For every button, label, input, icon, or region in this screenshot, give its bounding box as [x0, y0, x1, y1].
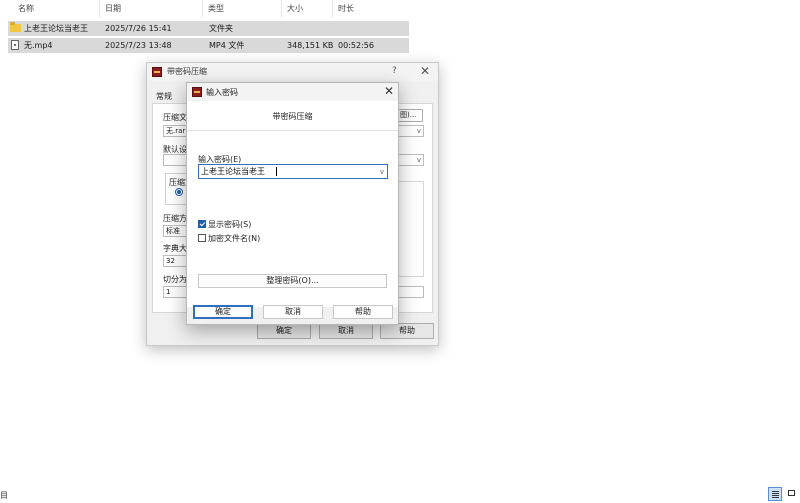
close-icon[interactable]: ✕: [384, 84, 394, 98]
file-size: 348,151 KB: [287, 41, 334, 50]
close-icon[interactable]: ✕: [420, 64, 430, 78]
column-divider[interactable]: [281, 0, 282, 17]
format-rar-radio[interactable]: [175, 188, 183, 196]
ok-button[interactable]: 确定: [193, 305, 253, 319]
dictionary-label: 字典大: [163, 244, 187, 253]
browse-button[interactable]: 图)...: [397, 109, 423, 122]
dialog-title: 输入密码: [206, 88, 238, 97]
split-unit-dropdown[interactable]: [397, 286, 424, 298]
password-dialog: 输入密码 ✕ 带密码压缩 输入密码(E) 上老王论坛当老王 v 显示密码(S) …: [186, 82, 399, 325]
method-dropdown[interactable]: 标准: [163, 225, 187, 237]
chevron-down-icon: v: [416, 156, 421, 164]
sort-caret-icon: ^: [52, 0, 59, 4]
text-caret: [276, 167, 277, 176]
list-view-icon: [772, 491, 779, 492]
cancel-button[interactable]: 取消: [319, 323, 373, 339]
dictionary-dropdown[interactable]: 32: [163, 255, 187, 267]
chevron-down-icon[interactable]: v: [380, 166, 384, 179]
column-divider[interactable]: [202, 0, 203, 17]
status-bar-fragment: 目: [0, 491, 8, 500]
archive-name-label: 压缩文: [163, 113, 187, 122]
details-view-button[interactable]: [768, 487, 782, 501]
encrypt-filenames-checkbox[interactable]: [198, 234, 206, 242]
folder-icon: [10, 22, 21, 32]
chevron-down-icon: v: [416, 127, 421, 135]
help-icon[interactable]: ?: [392, 66, 397, 76]
help-button[interactable]: 帮助: [333, 305, 393, 319]
options-group-box: [397, 181, 424, 277]
column-divider[interactable]: [332, 0, 333, 17]
archive-name-dropdown[interactable]: v: [397, 125, 424, 137]
file-name: 无.mp4: [24, 41, 53, 50]
tiles-view-icon: [788, 490, 795, 496]
winrar-icon: [192, 87, 202, 97]
column-header-bar: ^ 名称 日期 类型 大小 时长: [0, 0, 410, 17]
file-duration: 00:52:56: [338, 41, 374, 50]
file-type: MP4 文件: [209, 41, 245, 50]
column-type[interactable]: 类型: [208, 3, 224, 15]
column-date[interactable]: 日期: [105, 3, 121, 15]
password-value: 上老王论坛当老王: [201, 167, 265, 176]
file-row-video[interactable]: 无.mp4 2025/7/23 13:48 MP4 文件 348,151 KB …: [8, 38, 409, 53]
help-button[interactable]: 帮助: [380, 323, 434, 339]
column-duration[interactable]: 时长: [338, 3, 354, 15]
password-input[interactable]: 上老王论坛当老王 v: [198, 164, 388, 179]
cancel-button[interactable]: 取消: [263, 305, 323, 319]
dialog-titlebar[interactable]: 带密码压缩 ? ✕: [147, 63, 438, 81]
dialog-title: 带密码压缩: [167, 67, 207, 76]
show-password-checkbox[interactable]: [198, 220, 206, 228]
tab-general[interactable]: 常规: [156, 91, 172, 102]
tiles-view-button[interactable]: [785, 487, 799, 501]
file-type: 文件夹: [209, 24, 233, 33]
file-row-folder[interactable]: 上老王论坛当老王 2025/7/26 15:41 文件夹: [8, 21, 409, 36]
file-date: 2025/7/26 15:41: [105, 24, 172, 33]
file-name: 上老王论坛当老王: [24, 24, 88, 33]
file-date: 2025/7/23 13:48: [105, 41, 172, 50]
ok-button[interactable]: 确定: [257, 323, 311, 339]
dialog-titlebar[interactable]: 输入密码 ✕: [187, 83, 398, 101]
column-divider[interactable]: [99, 0, 100, 17]
video-file-icon: [11, 40, 19, 50]
split-size-input[interactable]: 1: [163, 286, 187, 298]
organize-passwords-button[interactable]: 整理密码(O)...: [198, 274, 387, 288]
show-password-label[interactable]: 显示密码(S): [208, 219, 251, 230]
column-size[interactable]: 大小: [287, 3, 303, 15]
column-name[interactable]: 名称: [18, 3, 34, 15]
split-label: 切分为: [163, 275, 187, 284]
method-label: 压缩方: [163, 214, 187, 223]
winrar-icon: [152, 67, 162, 77]
encrypt-filenames-label[interactable]: 加密文件名(N): [208, 233, 260, 244]
update-mode-dropdown[interactable]: v: [397, 154, 424, 166]
dialog-subtitle: 带密码压缩: [272, 112, 313, 121]
profiles-button[interactable]: [163, 154, 187, 166]
